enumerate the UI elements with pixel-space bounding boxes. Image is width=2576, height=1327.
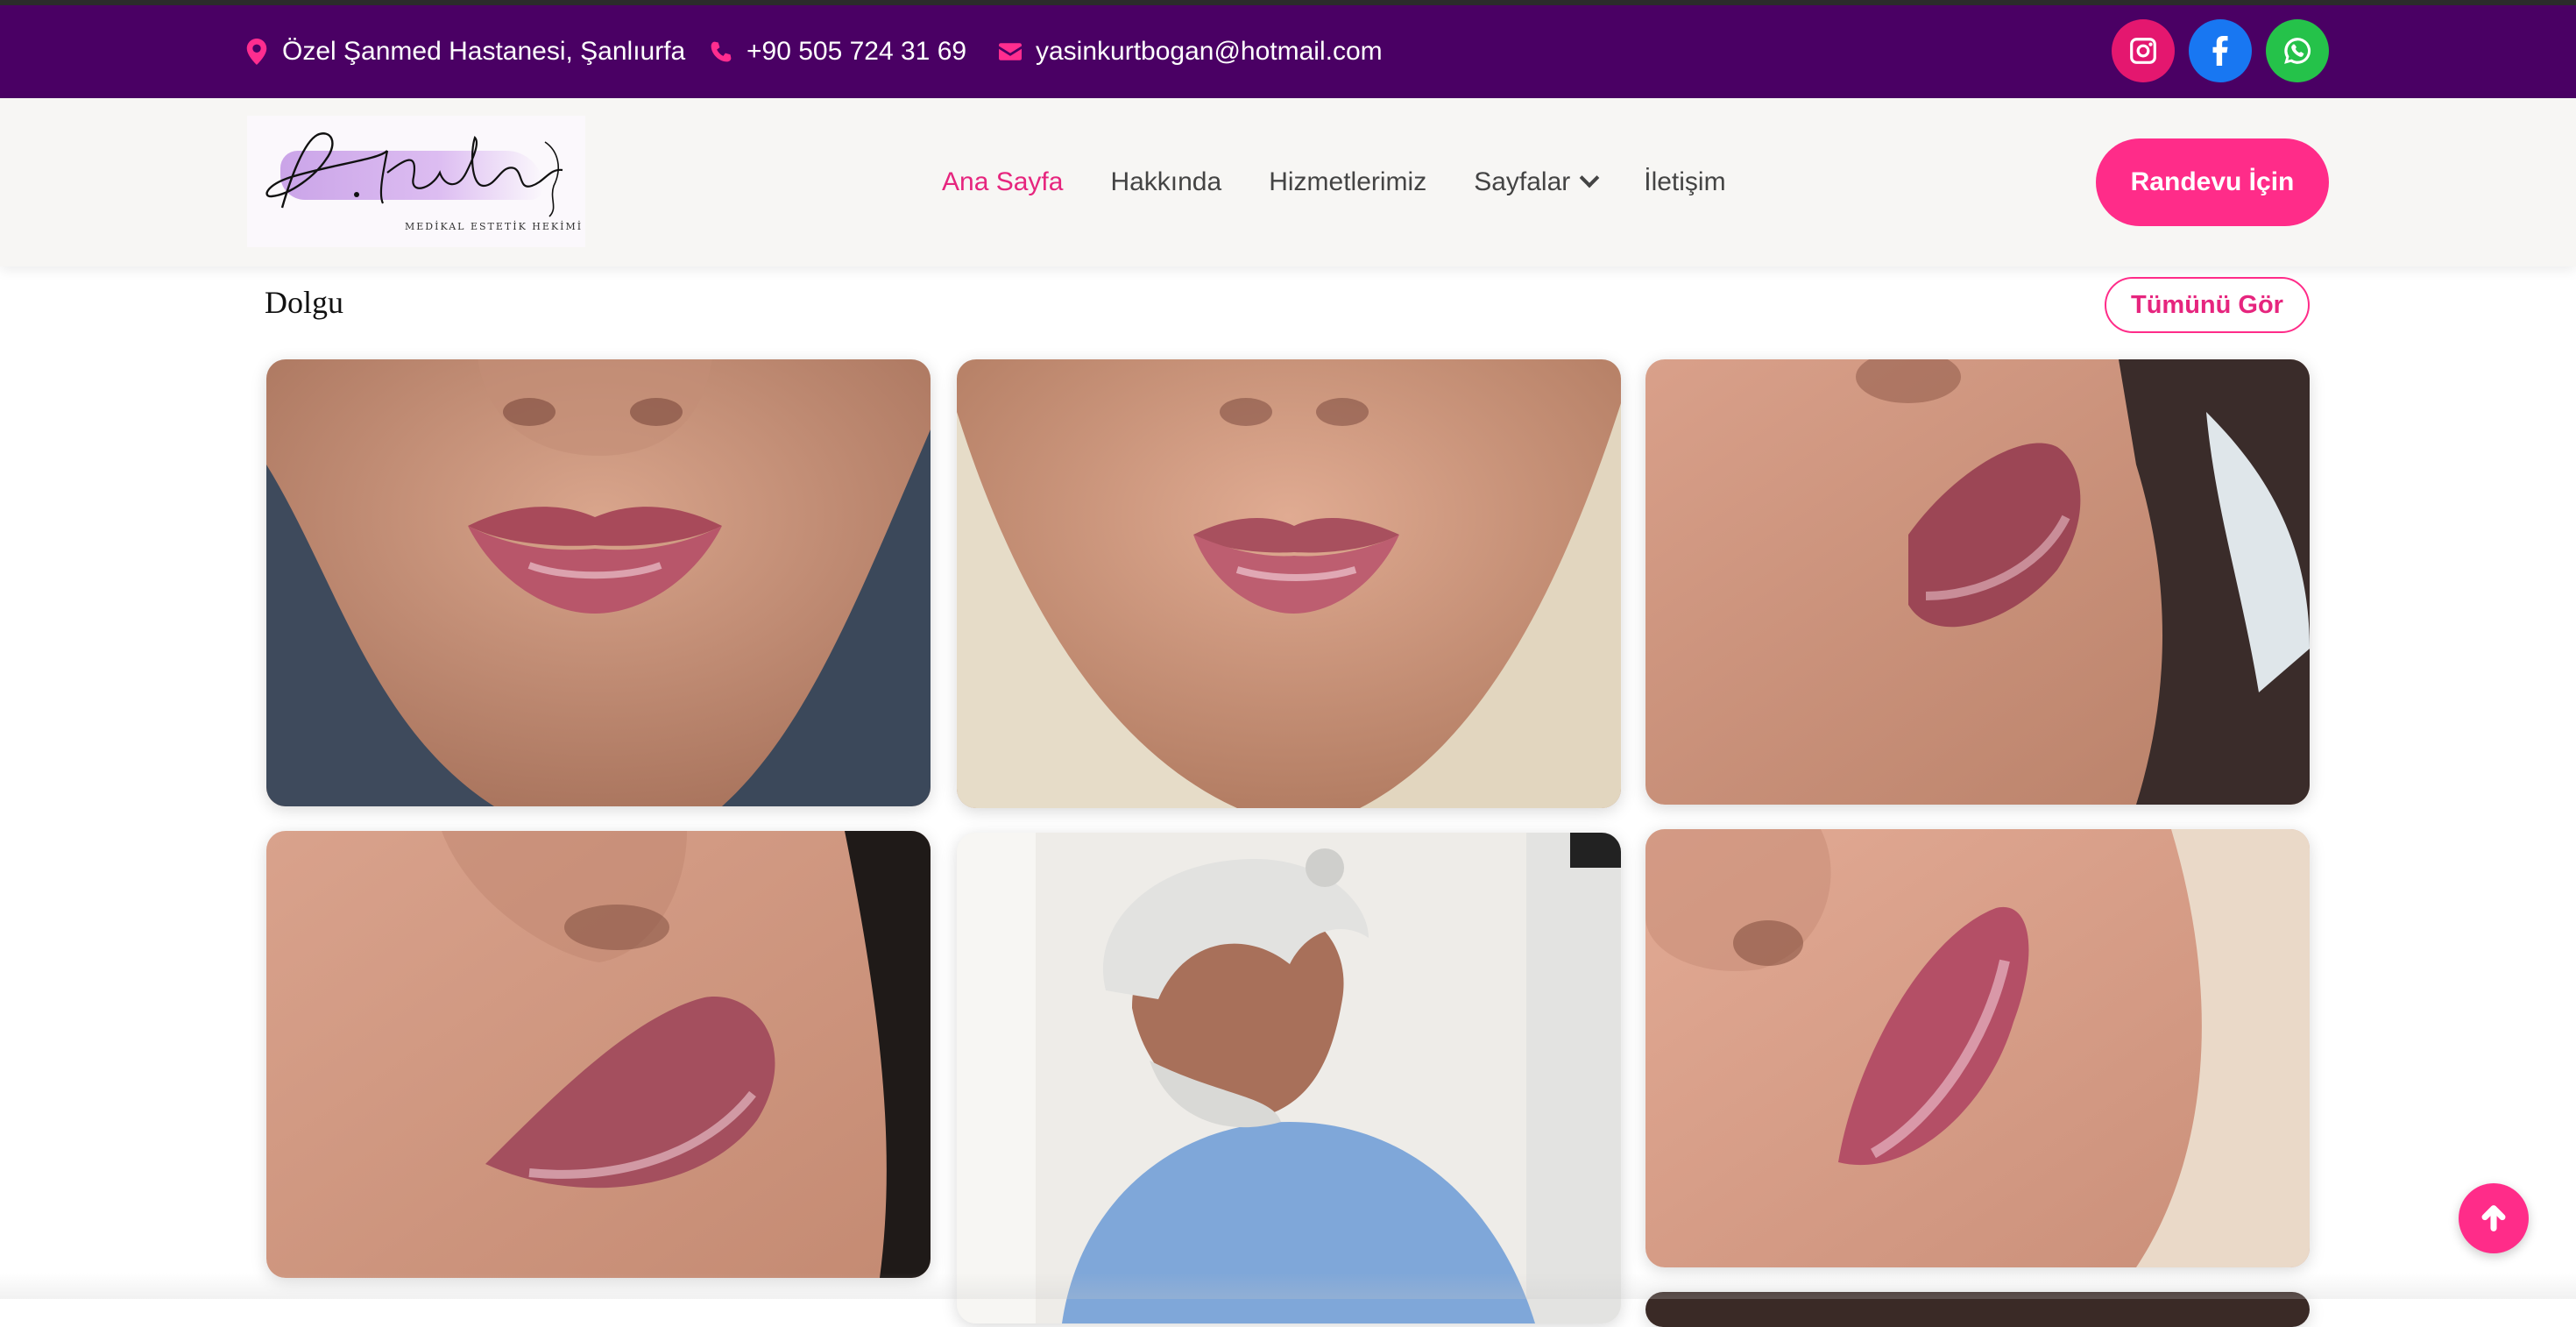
scroll-to-top-button[interactable] — [2459, 1183, 2529, 1253]
top-contact-bar: Özel Şanmed Hastanesi, Şanlıurfa +90 505… — [0, 5, 2576, 98]
arrow-up-icon — [2481, 1205, 2506, 1231]
gallery-photo-lips-3[interactable] — [1645, 359, 2310, 805]
instagram-button[interactable] — [2112, 19, 2175, 82]
email-text[interactable]: yasinkurtbogan@hotmail.com — [1036, 37, 1383, 67]
address-text: Özel Şanmed Hastanesi, Şanlıurfa — [282, 37, 686, 66]
lip-filler-photo — [1645, 829, 2310, 1267]
doctor-photo — [957, 833, 1621, 1323]
nav-sayfalar-label: Sayfalar — [1474, 167, 1571, 196]
gallery-photo-doctor[interactable] — [957, 833, 1621, 1323]
envelope-icon — [999, 43, 1022, 60]
logo-signature-script — [265, 132, 563, 217]
lip-filler-photo — [266, 359, 931, 806]
appointment-button[interactable]: Randevu İçin — [2096, 138, 2329, 226]
lip-filler-photo — [1645, 359, 2310, 805]
lip-filler-photo — [957, 359, 1621, 808]
nav-hizmetlerimiz[interactable]: Hizmetlerimiz — [1269, 167, 1426, 197]
nav-hakkinda[interactable]: Hakkında — [1110, 167, 1221, 197]
nav-sayfalar-dropdown[interactable]: Sayfalar — [1474, 167, 1600, 197]
main-navbar: MEDİKAL ESTETİK HEKİMİ Ana Sayfa Hakkınd… — [0, 98, 2576, 266]
location-pin-icon — [246, 39, 267, 65]
facebook-button[interactable] — [2189, 19, 2252, 82]
facebook-icon — [2212, 36, 2228, 66]
gallery-photo-lips-4[interactable] — [266, 831, 931, 1278]
chevron-down-icon — [1579, 167, 1600, 188]
logo-tagline: MEDİKAL ESTETİK HEKİMİ — [405, 221, 584, 232]
lip-filler-photo — [266, 831, 931, 1278]
view-all-button[interactable]: Tümünü Gör — [2105, 277, 2310, 333]
phone-icon — [711, 41, 732, 62]
primary-menu: Ana Sayfa Hakkında Hizmetlerimiz Sayfala… — [942, 98, 1726, 266]
whatsapp-button[interactable] — [2266, 19, 2329, 82]
whatsapp-icon — [2284, 38, 2311, 64]
address-item: Özel Şanmed Hastanesi, Şanlıurfa — [245, 5, 685, 98]
site-logo[interactable]: MEDİKAL ESTETİK HEKİMİ — [247, 116, 585, 247]
nav-ana-sayfa[interactable]: Ana Sayfa — [942, 167, 1063, 197]
nav-iletisim[interactable]: İletişim — [1644, 167, 1725, 197]
email-item[interactable]: yasinkurtbogan@hotmail.com — [999, 5, 1383, 98]
instagram-icon — [2130, 38, 2156, 64]
social-links — [2112, 19, 2329, 82]
gallery-photo-lips-1[interactable] — [266, 359, 931, 806]
phone-item[interactable]: +90 505 724 31 69 — [710, 5, 966, 98]
gallery-photo-lips-5[interactable] — [1645, 829, 2310, 1267]
gallery-title: Dolgu — [265, 285, 343, 320]
gallery-photo-lips-2[interactable] — [957, 359, 1621, 808]
phone-text[interactable]: +90 505 724 31 69 — [747, 37, 966, 67]
